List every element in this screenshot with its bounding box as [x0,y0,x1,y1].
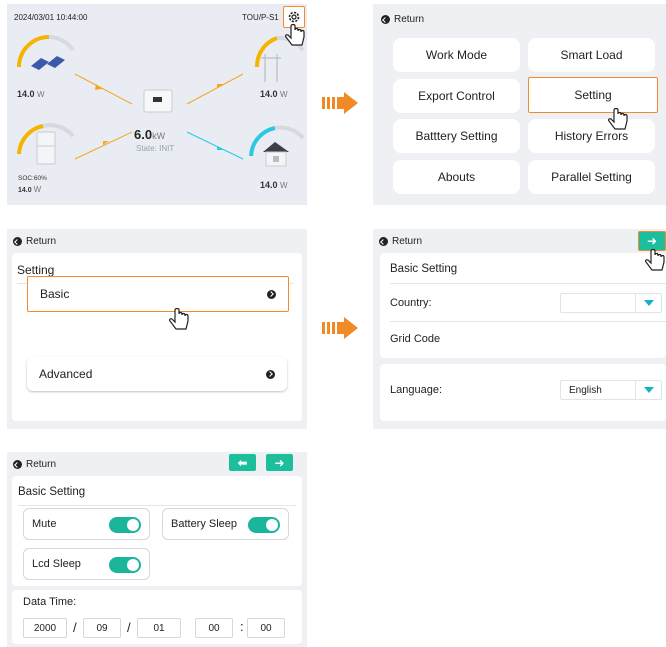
language-value: English [569,384,602,396]
country-select[interactable] [560,293,662,313]
chevron-down-icon [635,381,661,399]
page-title: Setting [17,263,55,277]
lcd-sleep-toggle-row[interactable]: Lcd Sleep [23,548,150,580]
menu-item-setting[interactable]: Setting [528,77,658,113]
divider [18,505,296,506]
datetime-label: Data Time: [23,596,77,608]
page-title: Basic Setting [390,263,458,275]
basic-setting-panel-2: Return ⬅ ➜ Basic Setting Mute Battery Sl… [7,452,307,647]
menu-item-smart-load[interactable]: Smart Load [528,38,655,72]
menu-item-history-errors[interactable]: History Errors [528,119,655,153]
language-select[interactable]: English [560,380,662,400]
flow-arrow-icon [322,92,358,114]
flow-arrow-icon [322,317,358,339]
return-button[interactable]: Return [379,236,422,247]
chevron-right-icon [266,369,275,379]
prev-page-button[interactable]: ⬅ [229,454,256,471]
menu-item-battery-setting[interactable]: Batttery Setting [393,119,520,153]
solar-panel-icon [31,56,65,70]
lcd-sleep-toggle[interactable] [109,557,141,573]
inverter-state: State: INIT [136,144,175,153]
mute-toggle-row[interactable]: Mute [23,508,150,540]
back-icon [379,237,388,246]
back-icon [13,237,22,246]
hour-field[interactable]: 00 [195,618,233,638]
grid-tower-icon [261,54,281,82]
pointer-hand-icon [608,108,628,130]
date-separator: / [127,620,131,635]
grid-code-label: Grid Code [390,333,441,345]
advanced-label: Advanced [39,367,93,381]
page-title: Basic Setting [18,486,86,498]
energy-flow-diagram [17,35,305,167]
inverter-power: 6.0kW [134,127,166,142]
arrow-left-icon: ⬅ [237,455,248,470]
arrow-right-icon: ➜ [646,234,658,248]
battery-sleep-toggle[interactable] [248,517,280,533]
language-label: Language: [390,384,442,396]
basic-setting-panel-1: Return ➜ Basic Setting Country: Grid Cod… [373,229,666,429]
battery-soc: SOC:60% [18,175,47,182]
country-label: Country: [390,297,432,309]
setting-item-advanced[interactable]: Advanced [27,357,287,391]
pointer-hand-icon [645,249,665,271]
month-field[interactable]: 09 [83,618,121,638]
return-label: Return [392,236,423,247]
back-icon [13,460,22,469]
pv-power: 14.0 W [17,89,45,99]
next-page-button[interactable]: ➜ [638,231,666,251]
battery-sleep-label: Battery Sleep [171,518,238,530]
pointer-hand-icon [169,308,189,330]
chevron-right-icon [267,289,276,299]
load-power: 14.0 W [260,180,288,190]
back-icon [381,15,390,24]
time-separator: : [240,619,244,634]
inverter-icon [143,89,173,113]
year-field[interactable]: 2000 [23,618,67,638]
mute-toggle[interactable] [109,517,141,533]
dashboard-panel: 2024/03/01 10:44:00 TOU/P-S1 14.0 W 14.0… [7,4,307,205]
mute-label: Mute [32,518,57,530]
menu-item-parallel-setting[interactable]: Parallel Setting [528,160,655,194]
chevron-down-icon [635,294,661,312]
menu-item-abouts[interactable]: Abouts [393,160,520,194]
battery-icon [36,131,56,165]
minute-field[interactable]: 00 [247,618,285,638]
day-field[interactable]: 01 [137,618,181,638]
pointer-hand-icon [285,24,305,46]
divider [390,283,666,284]
arrow-right-icon: ➜ [274,455,285,470]
basic-label: Basic [40,287,70,301]
next-page-button[interactable]: ➜ [266,454,293,471]
return-button[interactable]: Return [13,459,56,470]
main-menu-panel: Return Work Mode Smart Load Export Contr… [373,4,666,205]
menu-item-export-control[interactable]: Export Control [393,79,520,113]
menu-item-work-mode[interactable]: Work Mode [393,38,520,72]
language-card: Language: English [380,364,666,421]
return-label: Return [394,14,425,25]
battery-power: 14.0 W [18,185,42,194]
setting-panel: Return Setting Basic Advanced [7,229,307,429]
setting-item-basic[interactable]: Basic [27,276,289,312]
lcd-sleep-label: Lcd Sleep [32,558,81,570]
grid-power: 14.0 W [260,89,288,99]
battery-sleep-toggle-row[interactable]: Battery Sleep [162,508,289,540]
return-button[interactable]: Return [13,236,56,247]
return-button[interactable]: Return [381,14,424,25]
return-label: Return [26,459,57,470]
grid-gauge [254,36,278,68]
house-icon [263,142,289,167]
return-label: Return [26,236,57,247]
date-separator: / [73,620,77,635]
basic-setting-card: Basic Setting Country: Grid Code [380,253,666,358]
divider [390,321,666,322]
